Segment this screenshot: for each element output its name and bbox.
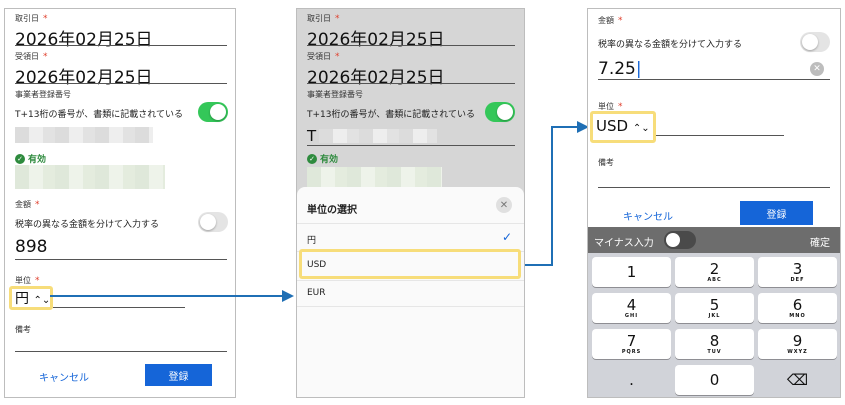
key-2[interactable]: 2 ABC <box>675 257 754 287</box>
divider <box>15 83 227 84</box>
divider <box>15 259 227 260</box>
recv-date-label: 受領日 * <box>15 52 48 62</box>
split-tax-toggle[interactable] <box>198 212 228 232</box>
divider <box>297 280 524 281</box>
key-1[interactable]: 1 <box>592 257 671 287</box>
key-5[interactable]: 5 JKL <box>675 293 754 323</box>
check-icon: ✓ <box>307 153 317 164</box>
reg-no-toggle[interactable] <box>198 102 228 122</box>
memo-label: 備考 <box>15 325 31 334</box>
divider <box>307 45 515 46</box>
txn-date-value: 2026年02月25日 <box>307 30 445 50</box>
screen-unit-picker: 取引日 * 2026年02月25日 受領日 * 2026年02月25日 事業者登録番… <box>296 8 525 398</box>
divider <box>598 79 830 80</box>
unit-select[interactable]: USD ⌃⌄ <box>596 117 650 135</box>
amount-value[interactable]: 898 <box>15 237 47 257</box>
checkmark-icon: ✓ <box>501 230 512 244</box>
flow-arrow <box>525 264 552 266</box>
chevron-updown-icon: ⌃⌄ <box>33 295 51 306</box>
minus-input-toggle[interactable] <box>664 231 696 249</box>
option-usd[interactable]: USD <box>307 260 326 270</box>
numeric-keypad: 1 2 ABC 3 DEF 4 GHI 5 JKL 6 MNO 7 PQRS 8 TUV 9W… <box>588 253 840 397</box>
reg-no-prefix: T <box>307 127 317 145</box>
option-highlight <box>299 249 521 279</box>
divider <box>307 83 515 84</box>
option-yen[interactable]: 円 <box>307 233 316 246</box>
divider <box>307 145 515 146</box>
key-9[interactable]: 9 WXYZ <box>758 329 837 359</box>
valid-status: ✓ 有効 <box>307 152 338 165</box>
divider <box>53 307 185 308</box>
flow-arrow <box>50 295 290 297</box>
unit-selection-sheet: 単位の選択 ✕ 円 ✓ USD EUR <box>297 187 524 397</box>
divider <box>15 45 227 46</box>
keyboard-toolbar: マイナス入力 確定 <box>588 227 840 253</box>
key-0[interactable]: 0 <box>675 365 754 395</box>
txn-date-label: 取引日 * <box>15 14 48 24</box>
split-tax-toggle[interactable] <box>800 32 830 52</box>
reg-no-label: 事業者登録番号 <box>15 90 71 99</box>
unit-label: 単位 * <box>15 276 40 286</box>
key-7[interactable]: 7 PQRS <box>592 329 671 359</box>
split-tax-text: 税率の異なる金額を分けて入力する <box>15 220 160 230</box>
amount-label: 金額 * <box>598 16 623 26</box>
register-button[interactable]: 登録 <box>740 201 813 225</box>
flow-arrow <box>551 126 553 266</box>
key-decimal[interactable]: . <box>592 365 671 395</box>
recv-date-value: 2026年02月25日 <box>307 68 445 88</box>
split-tax-text: 税率の異なる金額を分けて入力する <box>598 40 743 50</box>
backspace-icon[interactable]: ⌫ <box>758 365 837 395</box>
redacted-reg-number <box>319 129 437 143</box>
redacted-business-name <box>15 165 165 189</box>
minus-input-label: マイナス入力 <box>594 238 654 249</box>
redacted-business-name <box>307 167 442 187</box>
amount-input[interactable]: 7.25| <box>598 59 642 79</box>
cancel-button[interactable]: キャンセル <box>623 208 673 223</box>
unit-select[interactable]: 円 ⌃⌄ <box>15 288 50 308</box>
register-button[interactable]: 登録 <box>145 364 212 386</box>
txn-date-value[interactable]: 2026年02月25日 <box>15 25 153 50</box>
amount-label: 金額 * <box>15 200 40 210</box>
option-eur[interactable]: EUR <box>307 288 326 298</box>
valid-status: ✓ 有効 <box>15 152 46 165</box>
check-icon: ✓ <box>15 153 25 164</box>
memo-label: 備考 <box>598 158 614 167</box>
key-3[interactable]: 3 DEF <box>758 257 837 287</box>
reg-no-toggle <box>485 102 515 122</box>
recv-date-value[interactable]: 2026年02月25日 <box>15 63 153 88</box>
arrow-head-icon <box>282 290 294 302</box>
divider <box>297 223 524 224</box>
redacted-reg-number <box>15 127 153 143</box>
screen-form-yen: 取引日 * 2026年02月25日 受領日 * 2026年02月25日 事業者登録番… <box>4 8 236 398</box>
divider <box>656 135 784 136</box>
close-icon[interactable]: ✕ <box>496 197 512 213</box>
chevron-updown-icon: ⌃⌄ <box>632 123 650 134</box>
sheet-title: 単位の選択 <box>307 205 357 216</box>
key-4[interactable]: 4 GHI <box>592 293 671 323</box>
reg-no-toggle-text: T+13桁の番号が、書類に記載されている <box>15 110 184 120</box>
divider <box>297 306 524 307</box>
memo-field[interactable] <box>598 187 830 188</box>
txn-date-label: 取引日 * <box>307 14 340 24</box>
screen-form-usd: 金額 * 税率の異なる金額を分けて入力する 7.25| ✕ 単位 * USD ⌃⌄ … <box>587 8 841 398</box>
reg-no-label: 事業者登録番号 <box>307 90 363 99</box>
clear-icon[interactable]: ✕ <box>810 62 824 76</box>
confirm-button[interactable]: 確定 <box>810 234 830 249</box>
recv-date-label: 受領日 * <box>307 52 340 62</box>
memo-field[interactable] <box>15 351 227 352</box>
key-6[interactable]: 6 MNO <box>758 293 837 323</box>
reg-no-toggle-text: T+13桁の番号が、書類に記載されている <box>307 110 476 120</box>
key-8[interactable]: 8 TUV <box>675 329 754 359</box>
cancel-button[interactable]: キャンセル <box>39 369 89 384</box>
